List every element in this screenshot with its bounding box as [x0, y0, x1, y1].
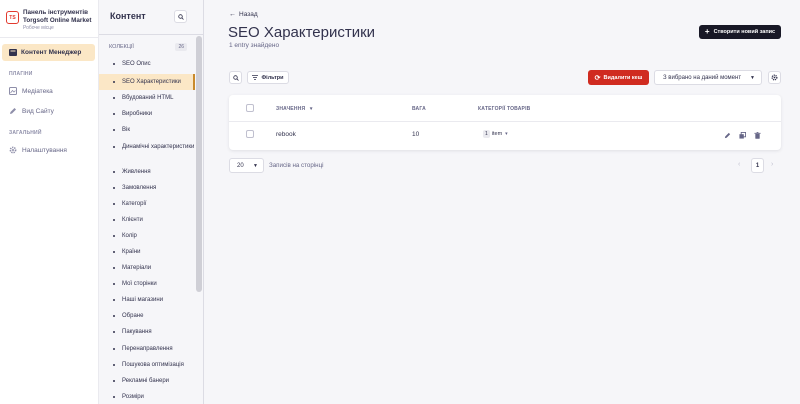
table-settings-button[interactable]	[768, 71, 781, 84]
delete-button[interactable]	[753, 131, 761, 139]
chevron-down-icon: ▼	[750, 74, 755, 81]
cell-weight: 10	[412, 131, 420, 138]
sidebar-item-power[interactable]: Живлення	[99, 168, 195, 176]
subnav-scrollbar[interactable]	[196, 36, 202, 292]
column-header-categories[interactable]: КАТЕГОРІЇ ТОВАРІВ	[478, 106, 530, 112]
search-icon	[177, 13, 184, 20]
sidebar-item-seo[interactable]: Пошукова оптимізація	[99, 361, 195, 369]
nav-item-label: Медіатека	[22, 87, 53, 95]
brand-subtitle: Робоче місце	[23, 25, 54, 31]
sidebar-item-embedded-html[interactable]: Вбудований HTML	[99, 94, 195, 102]
sidebar-item-age[interactable]: Вік	[99, 126, 195, 134]
nav-item-label: Вид Сайту	[22, 107, 54, 115]
sidebar-item-manufacturers[interactable]: Виробники	[99, 110, 195, 118]
brand-title-line2: Torgsoft Online Market	[23, 17, 92, 24]
gear-icon	[9, 146, 17, 154]
main-navigation: TS Панель інструментів Torgsoft Online M…	[0, 0, 99, 404]
sidebar-item-clients[interactable]: Клієнти	[99, 216, 195, 224]
media-icon	[9, 87, 17, 95]
delete-cache-label: Видалити кеш	[603, 74, 643, 81]
pencil-icon	[724, 132, 730, 138]
sidebar-item-dynamic-characteristics[interactable]: Динамічні характеристики	[99, 143, 195, 151]
collections-label: КОЛЕКЦІЇ	[109, 44, 134, 50]
sidebar-item-seo-characteristics[interactable]: SEO Характеристики	[99, 74, 195, 90]
nav-item-settings[interactable]: Налаштування	[9, 146, 67, 154]
main-content: ← Назад SEO Характеристики 1 entry знайд…	[204, 0, 800, 404]
sidebar-item-our-stores[interactable]: Наші магазини	[99, 296, 195, 304]
sidebar-item-redirects[interactable]: Перенаправлення	[99, 345, 195, 353]
page-size-select[interactable]: 20 ▼	[229, 158, 264, 173]
row-actions	[723, 131, 768, 139]
duplicate-button[interactable]	[738, 131, 746, 139]
row-checkbox[interactable]	[246, 130, 254, 138]
back-label: Назад	[239, 11, 258, 18]
column-header-weight[interactable]: ВАГА	[412, 106, 426, 112]
general-section-label: ЗАГАЛЬНИЙ	[9, 130, 42, 136]
content-manager-icon	[9, 49, 17, 56]
nav-item-label: Налаштування	[22, 146, 67, 154]
previous-page-button[interactable]: ‹	[738, 161, 740, 168]
duplicate-icon	[738, 131, 746, 139]
filters-label: Фільтри	[261, 74, 284, 81]
page-number-button[interactable]: 1	[751, 158, 764, 173]
chevron-down-icon: ▼	[253, 162, 258, 169]
next-page-button[interactable]: ›	[771, 161, 773, 168]
sort-down-icon: ▾	[309, 106, 313, 112]
sidebar-item-my-pages[interactable]: Мої сторінки	[99, 280, 195, 288]
nav-item-media-library[interactable]: Медіатека	[9, 87, 53, 95]
page-size-value: 20	[237, 162, 244, 169]
sidebar-item-categories[interactable]: Категорії	[99, 200, 195, 208]
sidebar-item-packaging[interactable]: Пакування	[99, 328, 195, 336]
plugins-section-label: ПЛАГІНИ	[9, 71, 33, 77]
trash-icon	[753, 131, 761, 139]
sidebar-item-color[interactable]: Колір	[99, 232, 195, 240]
content-sub-navigation: Контент КОЛЕКЦІЇ 26 SEO Опис SEO Характе…	[99, 0, 204, 404]
back-link[interactable]: ← Назад	[229, 11, 258, 18]
page-title: SEO Характеристики	[228, 24, 376, 41]
subnav-search-button[interactable]	[174, 10, 187, 23]
sidebar-item-sizes[interactable]: Розміри	[99, 393, 195, 401]
brand-title-line1: Панель інструментів	[23, 9, 88, 16]
categories-label: item	[491, 131, 503, 137]
chevron-down-icon: ▾	[505, 131, 508, 137]
subnav-title: Контент	[110, 11, 146, 21]
arrow-left-icon: ←	[229, 11, 236, 18]
gear-icon	[771, 74, 778, 81]
nav-item-label: Контент Менеджер	[21, 49, 82, 56]
search-icon	[232, 74, 239, 81]
collections-header: КОЛЕКЦІЇ 26	[109, 43, 187, 51]
column-header-value[interactable]: ЗНАЧЕННЯ ▾	[276, 106, 313, 112]
pen-icon	[10, 108, 16, 114]
nav-item-site-view[interactable]: Вид Сайту	[9, 107, 54, 115]
brand-logo: TS	[6, 11, 19, 24]
select-all-checkbox[interactable]	[246, 104, 254, 112]
categories-relation-dropdown[interactable]: 1 item ▾	[483, 130, 508, 138]
delete-cache-button[interactable]: ⟳ Видалити кеш	[588, 70, 649, 85]
entries-count: 1 entry знайдено	[229, 42, 280, 49]
sidebar-item-favorites[interactable]: Обране	[99, 312, 195, 320]
filter-icon	[252, 75, 259, 80]
create-entry-button[interactable]: + Створити новий запис	[699, 25, 781, 39]
refresh-icon: ⟳	[594, 74, 601, 82]
collections-count-badge: 26	[175, 43, 187, 51]
sidebar-item-materials[interactable]: Матеріали	[99, 264, 195, 272]
sidebar-item-seo-description[interactable]: SEO Опис	[99, 60, 195, 68]
create-entry-label: Створити новий запис	[713, 29, 776, 35]
page-size-label: Записів на сторінці	[269, 162, 324, 169]
brand: TS Панель інструментів Torgsoft Online M…	[0, 0, 98, 38]
plus-icon: +	[704, 27, 710, 36]
sidebar-item-countries[interactable]: Країни	[99, 248, 195, 256]
nav-item-content-manager[interactable]: Контент Менеджер	[2, 44, 95, 61]
search-button[interactable]	[229, 71, 242, 84]
filters-button[interactable]: Фільтри	[247, 71, 289, 84]
categories-count-badge: 1	[483, 130, 490, 138]
sidebar-item-ad-banners[interactable]: Рекламні банери	[99, 377, 195, 385]
edit-button[interactable]	[723, 131, 731, 139]
sidebar-item-orders[interactable]: Замовлення	[99, 184, 195, 192]
selected-items-value: З вибрано на даний момент	[663, 74, 742, 81]
selected-items-select[interactable]: З вибрано на даний момент ▼	[654, 70, 762, 85]
entries-table: ЗНАЧЕННЯ ▾ ВАГА КАТЕГОРІЇ ТОВАРІВ rebook…	[229, 95, 781, 150]
cell-value: rebook	[276, 131, 296, 138]
